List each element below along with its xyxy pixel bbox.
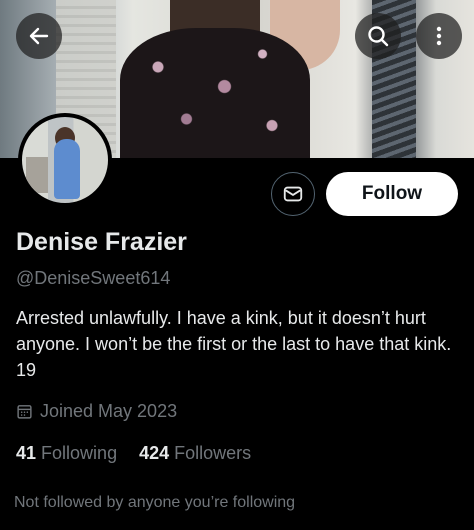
follow-stats: 41 Following 424 Followers xyxy=(16,443,251,464)
followers-label: Followers xyxy=(174,443,252,463)
profile-name: Denise Frazier xyxy=(16,228,187,256)
avatar-figure xyxy=(54,139,80,199)
vertical-dots-icon xyxy=(436,26,442,46)
profile-bio: Arrested unlawfully. I have a kink, but … xyxy=(16,308,452,380)
avatar-background-shelf xyxy=(26,157,48,193)
search-button[interactable] xyxy=(355,13,401,59)
arrow-left-icon xyxy=(29,27,49,45)
following-count: 41 xyxy=(16,443,37,463)
back-button[interactable] xyxy=(16,13,62,59)
followers-link[interactable]: 424 Followers xyxy=(139,443,251,464)
calendar-icon xyxy=(17,405,32,419)
following-link[interactable]: 41 Following xyxy=(16,443,117,464)
search-icon xyxy=(368,26,389,47)
following-label: Following xyxy=(41,443,118,463)
message-button[interactable] xyxy=(271,172,315,216)
more-options-button[interactable] xyxy=(416,13,462,59)
profile-handle: @DeniseSweet614 xyxy=(16,268,171,288)
avatar[interactable] xyxy=(18,113,112,207)
follow-button[interactable]: Follow xyxy=(326,172,458,216)
mutual-followers-text: Not followed by anyone you’re following xyxy=(14,494,296,511)
joined-text: Joined May 2023 xyxy=(40,401,178,421)
joined-date: Joined May 2023 xyxy=(16,401,177,422)
banner-dress xyxy=(120,28,310,158)
envelope-icon xyxy=(283,186,303,202)
followers-count: 424 xyxy=(139,443,170,463)
